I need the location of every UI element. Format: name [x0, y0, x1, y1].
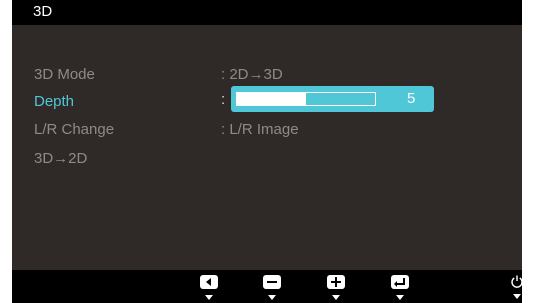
- minus-button[interactable]: [263, 275, 281, 303]
- menu-item-3d-to-2d[interactable]: 3D→2D: [34, 150, 87, 167]
- depth-value: 5: [407, 90, 416, 107]
- plus-icon: [331, 277, 341, 287]
- power-icon: [511, 275, 523, 288]
- value-lr-change: : L/R Image: [221, 121, 299, 138]
- title-bar: 3D: [12, 0, 522, 25]
- depth-slider-fill: [237, 93, 306, 105]
- button-guide-bar: [12, 270, 524, 303]
- minus-icon: [267, 281, 277, 283]
- left-arrow-icon: [206, 278, 211, 286]
- value-depth-colon: :: [221, 91, 226, 108]
- plus-button[interactable]: [327, 275, 345, 303]
- power-button[interactable]: [510, 274, 524, 302]
- menu-item-lr-change[interactable]: L/R Change: [34, 121, 114, 138]
- value-3d-mode: : 2D→3D: [221, 66, 283, 83]
- menu-title: 3D: [33, 3, 53, 20]
- menu-item-depth[interactable]: Depth: [34, 93, 74, 110]
- osd-menu: 3D 3D Mode : 2D→3D Depth : 5 L/R Change …: [12, 0, 524, 303]
- menu-item-3d-mode[interactable]: 3D Mode: [34, 66, 95, 83]
- enter-button[interactable]: [391, 275, 409, 303]
- left-button[interactable]: [200, 275, 218, 303]
- depth-slider-track[interactable]: [236, 92, 376, 106]
- depth-slider[interactable]: 5: [231, 86, 434, 112]
- enter-icon: [394, 278, 405, 287]
